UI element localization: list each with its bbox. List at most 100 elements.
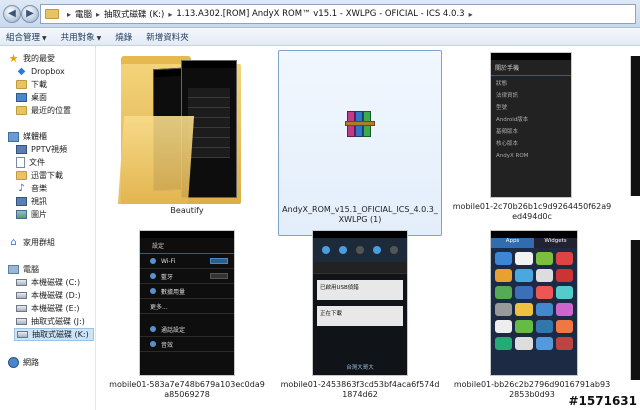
notification-download: 正在下載 <box>317 306 403 326</box>
file-name: Beautify <box>170 206 204 215</box>
app-icon <box>535 320 553 333</box>
nav-homegroup[interactable]: ⌂ 家用群組 <box>8 236 55 249</box>
explorer-window: ◀ ▶ ▸ 電腦 ▸ 抽取式磁碟 (K:) ▸ 1.13.A302.[ROM] … <box>0 0 640 410</box>
picture-icon <box>16 210 27 219</box>
archive-tile[interactable]: AndyX_ROM_v15.1_OFICIAL_ICS_4.0.3_XWLPG … <box>278 50 442 236</box>
recent-places-icon <box>16 106 27 115</box>
app-icon <box>495 320 513 333</box>
watermark: #1571631 <box>568 394 637 408</box>
toggle-switch <box>210 258 228 264</box>
nav-drive-j[interactable]: 抽取式磁碟 (J:) <box>16 315 85 328</box>
app-icon <box>535 337 553 350</box>
nav-computer[interactable]: 電腦 <box>8 263 39 276</box>
screenshot-thumbnail: 設定 Wi-Fi 藍牙 數據用量 更多... 通話設定 音效 <box>139 230 235 376</box>
app-icon <box>535 252 553 265</box>
about-status: 狀態 <box>496 81 508 87</box>
burn-button[interactable]: 燒錄 <box>115 31 132 43</box>
drive-icon <box>16 279 27 286</box>
star-icon: ★ <box>8 52 19 65</box>
nav-pictures[interactable]: 圖片 <box>16 208 47 221</box>
nav-videos[interactable]: 視訊 <box>16 195 47 208</box>
settings-row-more: 更多... <box>140 299 234 314</box>
nav-desktop[interactable]: 桌面 <box>16 91 47 104</box>
app-icon <box>515 337 533 350</box>
app-icon <box>515 303 533 316</box>
nav-favorites[interactable]: ★ 我的最愛 <box>8 52 55 65</box>
nav-recent[interactable]: 最近的位置 <box>16 104 71 117</box>
bluetooth-icon <box>150 273 156 279</box>
share-menu[interactable]: 共用對象 ▼ <box>61 31 102 43</box>
breadcrumb-computer[interactable]: 電腦 <box>75 8 92 20</box>
command-bar: 組合管理 ▼ 共用對象 ▼ 燒錄 新增資料夾 <box>0 28 640 46</box>
nav-music[interactable]: ♪ 音樂 <box>16 182 47 195</box>
data-usage-icon <box>150 288 156 294</box>
settings-row-call: 通話設定 <box>140 322 234 337</box>
file-list: Beautify AndyX_ROM_v15.1_OFICIAL_ICS_4.0… <box>97 46 640 410</box>
drive-icon <box>16 292 27 299</box>
breadcrumb-separator: ▸ <box>67 9 72 19</box>
image-tile[interactable]: 關於手機 狀態 法律資訊 型號 Android版本 基頻版本 核心版本 Andy… <box>452 46 612 236</box>
app-icon <box>495 286 513 299</box>
computer-icon <box>8 265 19 274</box>
about-android-version: Android版本 <box>496 117 529 123</box>
app-icon <box>515 269 533 282</box>
library-icon <box>8 131 19 142</box>
download-library-icon <box>16 171 27 180</box>
about-phone-title: 關於手機 <box>491 60 571 76</box>
nav-drive-k[interactable]: 抽取式磁碟 (K:) <box>14 328 94 341</box>
app-icon <box>495 303 513 316</box>
homegroup-icon: ⌂ <box>10 237 17 248</box>
nav-drive-e[interactable]: 本機磁碟 (E:) <box>16 302 80 315</box>
breadcrumb-folder[interactable]: 1.13.A302.[ROM] AndyX ROM™ v15.1 - XWLPG… <box>176 9 464 19</box>
back-icon[interactable]: ◀ <box>3 5 21 23</box>
image-tile[interactable]: 已啟用USB偵錯 正在下載 台灣大哥大 mobile01-2453863f3cd… <box>280 230 440 405</box>
about-legal: 法律資訊 <box>496 93 519 99</box>
breadcrumb-separator: ▸ <box>168 9 173 19</box>
image-tile[interactable]: Apps Widgets mobile01-bb26c2b2796d901679… <box>452 230 612 405</box>
app-icon <box>495 252 513 265</box>
breadcrumb-drive[interactable]: 抽取式磁碟 (K:) <box>104 8 164 20</box>
sound-icon <box>150 341 156 347</box>
app-icon <box>555 320 573 333</box>
settings-row-bluetooth: 藍牙 <box>140 269 234 284</box>
notification-usb: 已啟用USB偵錯 <box>317 280 403 300</box>
partial-thumbnail <box>630 240 640 380</box>
app-icon <box>555 303 573 316</box>
downloads-folder-icon <box>16 80 27 89</box>
app-icon <box>535 303 553 316</box>
new-folder-button[interactable]: 新增資料夾 <box>146 31 189 43</box>
file-name: AndyX_ROM_v15.1_OFICIAL_ICS_4.0.3_XWLPG … <box>282 205 438 224</box>
settings-row-wifi: Wi-Fi <box>140 254 234 269</box>
tab-apps: Apps <box>491 238 534 248</box>
nav-documents[interactable]: 文件 <box>16 156 45 169</box>
folder-tile[interactable]: Beautify <box>107 46 267 236</box>
folder-front-icon <box>117 116 195 204</box>
address-bar-area: ◀ ▶ ▸ 電腦 ▸ 抽取式磁碟 (K:) ▸ 1.13.A302.[ROM] … <box>0 0 640 28</box>
toggle-switch <box>210 273 228 279</box>
nav-drive-d[interactable]: 本機磁碟 (D:) <box>16 289 81 302</box>
video-icon <box>16 197 27 206</box>
nav-downloads[interactable]: 下載 <box>16 78 47 91</box>
app-icon <box>555 269 573 282</box>
nav-drive-c[interactable]: 本機磁碟 (C:) <box>16 276 80 289</box>
document-icon <box>16 157 25 168</box>
screenshot-thumbnail: 已啟用USB偵錯 正在下載 台灣大哥大 <box>312 230 408 376</box>
settings-row-data: 數據用量 <box>140 284 234 299</box>
organize-menu[interactable]: 組合管理 ▼ <box>6 31 47 43</box>
file-name: mobile01-583a7e748b679a103ec0da9a8506927… <box>109 380 265 399</box>
app-icon <box>555 286 573 299</box>
address-bar[interactable]: ▸ 電腦 ▸ 抽取式磁碟 (K:) ▸ 1.13.A302.[ROM] Andy… <box>40 4 636 24</box>
app-icon <box>495 337 513 350</box>
app-icon <box>515 286 533 299</box>
nav-dropbox[interactable]: ◆ Dropbox <box>16 65 65 78</box>
nav-thunder[interactable]: 迅雷下載 <box>16 169 63 182</box>
forward-icon[interactable]: ▶ <box>21 5 39 23</box>
breadcrumb-separator: ▸ <box>96 9 101 19</box>
nav-libraries[interactable]: 媒體櫃 <box>8 130 47 143</box>
image-tile[interactable]: 設定 Wi-Fi 藍牙 數據用量 更多... 通話設定 音效 mobile01-… <box>107 230 267 405</box>
removable-drive-icon <box>17 331 28 338</box>
nav-pptv[interactable]: PPTV視頻 <box>16 143 67 156</box>
chevron-down-icon: ▼ <box>42 34 47 42</box>
nav-network[interactable]: 網路 <box>8 356 39 369</box>
quick-toggles <box>313 238 407 262</box>
